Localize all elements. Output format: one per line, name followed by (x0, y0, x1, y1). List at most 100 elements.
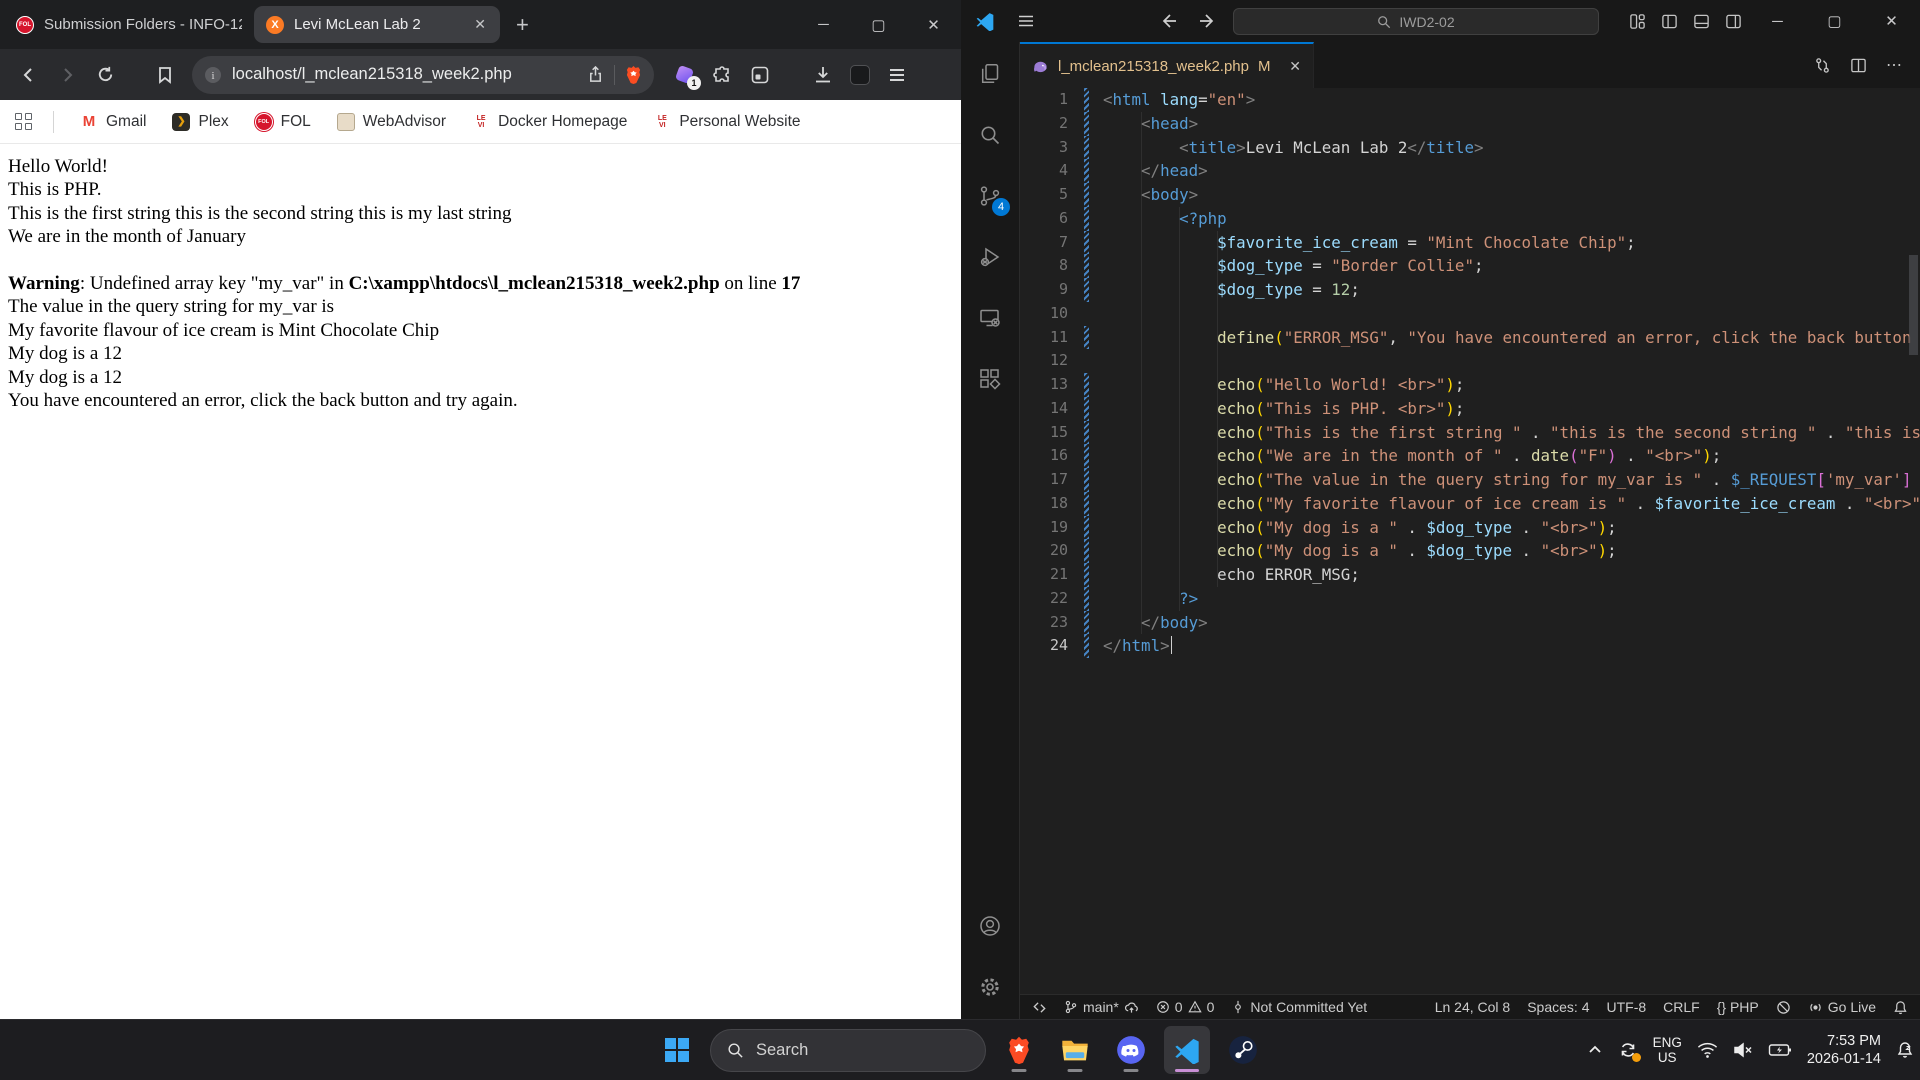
code-editor[interactable]: 1<html lang="en">2 <head>3 <title>Levi M… (1020, 88, 1920, 994)
close-button[interactable]: ✕ (906, 0, 961, 49)
language-mode[interactable]: {} PHP (1717, 999, 1759, 1015)
taskbar-steam-icon[interactable] (1220, 1026, 1266, 1074)
share-icon[interactable] (587, 66, 604, 83)
search-icon[interactable] (968, 113, 1012, 157)
split-editor-icon[interactable] (1850, 57, 1867, 74)
code-line-24[interactable]: 24</html> (1020, 634, 1920, 658)
code-line-6[interactable]: 6 <?php (1020, 207, 1920, 231)
volume-muted-icon[interactable] (1733, 1041, 1753, 1059)
side-panel-box-icon[interactable] (750, 65, 770, 85)
code-line-1[interactable]: 1<html lang="en"> (1020, 88, 1920, 112)
browser-tab-active[interactable]: X Levi McLean Lab 2 ✕ (254, 6, 500, 43)
code-line-16[interactable]: 16 echo("We are in the month of " . date… (1020, 444, 1920, 468)
extensions-puzzle-icon[interactable] (713, 65, 733, 85)
code-line-12[interactable]: 12 (1020, 349, 1920, 373)
tab-close-icon[interactable]: ✕ (1289, 58, 1301, 75)
toggle-sidebar-icon[interactable] (1661, 13, 1678, 30)
toggle-secondary-sidebar-icon[interactable] (1725, 13, 1742, 30)
remote-indicator[interactable] (1032, 1000, 1047, 1015)
extensions-icon[interactable] (968, 357, 1012, 401)
encoding[interactable]: UTF-8 (1606, 999, 1646, 1015)
address-bar[interactable]: i localhost/l_mclean215318_week2.php (192, 56, 654, 94)
browser-tab-inactive[interactable]: FOL Submission Folders - INFO-1208 PHP (0, 0, 252, 49)
apps-grid-icon[interactable] (14, 112, 33, 131)
clock[interactable]: 7:53 PM 2026-01-14 (1807, 1032, 1881, 1068)
code-line-17[interactable]: 17 echo("The value in the query string f… (1020, 468, 1920, 492)
bookmark-plex[interactable]: ❯Plex (172, 113, 228, 131)
code-line-18[interactable]: 18 echo("My favorite flavour of ice crea… (1020, 492, 1920, 516)
notifications-bell-icon[interactable] (1893, 1000, 1908, 1015)
maximize-button[interactable]: ▢ (851, 0, 906, 49)
code-line-19[interactable]: 19 echo("My dog is a " . $dog_type . "<b… (1020, 516, 1920, 540)
back-icon[interactable] (12, 58, 46, 92)
editor-tab-active[interactable]: l_mclean215318_week2.php M ✕ (1020, 42, 1314, 88)
code-line-15[interactable]: 15 echo("This is the first string " . "t… (1020, 421, 1920, 445)
code-line-21[interactable]: 21 echo ERROR_MSG; (1020, 563, 1920, 587)
sidebar-toggle-icon[interactable] (850, 65, 870, 85)
indentation[interactable]: Spaces: 4 (1527, 999, 1589, 1015)
code-line-2[interactable]: 2 <head> (1020, 112, 1920, 136)
toggle-panel-icon[interactable] (1693, 13, 1710, 30)
open-changes-icon[interactable] (1814, 57, 1831, 74)
code-line-22[interactable]: 22 ?> (1020, 587, 1920, 611)
source-control-icon[interactable]: 4 (968, 174, 1012, 218)
new-tab-button[interactable]: + (502, 12, 543, 38)
menu-icon[interactable] (1017, 12, 1035, 30)
tab-close-icon[interactable]: ✕ (470, 14, 490, 35)
taskbar-brave-icon[interactable] (996, 1026, 1042, 1074)
downloads-icon[interactable] (813, 65, 833, 85)
minimize-button[interactable]: ─ (1749, 0, 1806, 42)
code-line-5[interactable]: 5 <body> (1020, 183, 1920, 207)
bookmark-fol[interactable]: FOLFOL (255, 113, 311, 131)
bookmark-docker-homepage[interactable]: LEVIDocker Homepage (472, 113, 627, 131)
commit-status[interactable]: Not Committed Yet (1231, 999, 1367, 1015)
code-line-3[interactable]: 3 <title>Levi McLean Lab 2</title> (1020, 136, 1920, 160)
close-button[interactable]: ✕ (1863, 0, 1920, 42)
menu-icon[interactable] (887, 65, 907, 85)
problems-status[interactable]: 0 0 (1156, 999, 1215, 1015)
code-line-23[interactable]: 23 </body> (1020, 611, 1920, 635)
settings-gear-icon[interactable] (968, 965, 1012, 1009)
onedrive-sync-icon[interactable] (1618, 1040, 1638, 1060)
cursor-position[interactable]: Ln 24, Col 8 (1435, 999, 1511, 1015)
start-button[interactable] (654, 1026, 700, 1074)
editor-scrollbar[interactable] (1909, 255, 1918, 355)
language-indicator[interactable]: ENGUS (1653, 1035, 1682, 1065)
run-debug-icon[interactable] (968, 235, 1012, 279)
reload-icon[interactable] (88, 58, 122, 92)
block-icon[interactable] (1776, 1000, 1791, 1015)
customize-layout-icon[interactable] (1629, 13, 1646, 30)
more-actions-icon[interactable]: ⋯ (1886, 55, 1902, 75)
brave-shield-icon[interactable] (625, 65, 642, 84)
go-live-button[interactable]: Go Live (1808, 999, 1876, 1015)
account-icon[interactable] (968, 904, 1012, 948)
code-line-20[interactable]: 20 echo("My dog is a " . $dog_type . "<b… (1020, 539, 1920, 563)
taskbar-file-explorer-icon[interactable] (1052, 1026, 1098, 1074)
code-line-13[interactable]: 13 echo("Hello World! <br>"); (1020, 373, 1920, 397)
bookmark-personal-website[interactable]: LEVIPersonal Website (653, 113, 800, 131)
remote-explorer-icon[interactable] (968, 296, 1012, 340)
taskbar-discord-icon[interactable] (1108, 1026, 1154, 1074)
code-line-11[interactable]: 11 define("ERROR_MSG", "You have encount… (1020, 326, 1920, 350)
battery-charging-icon[interactable] (1768, 1042, 1792, 1058)
taskbar-search[interactable]: Search (710, 1029, 986, 1072)
brave-leo-icon[interactable]: 1 (674, 64, 696, 86)
code-line-8[interactable]: 8 $dog_type = "Border Collie"; (1020, 254, 1920, 278)
bookmark-webadvisor[interactable]: WebAdvisor (337, 113, 446, 131)
url-text[interactable]: localhost/l_mclean215318_week2.php (232, 65, 577, 84)
minimize-button[interactable]: ─ (796, 0, 851, 49)
code-line-4[interactable]: 4 </head> (1020, 159, 1920, 183)
back-icon[interactable] (1159, 12, 1177, 30)
code-line-10[interactable]: 10 (1020, 302, 1920, 326)
taskbar-vscode-icon[interactable] (1164, 1026, 1210, 1074)
wifi-icon[interactable] (1697, 1041, 1718, 1059)
eol-sequence[interactable]: CRLF (1663, 999, 1700, 1015)
site-info-icon[interactable]: i (204, 66, 222, 84)
tray-chevron-icon[interactable] (1587, 1042, 1603, 1058)
forward-icon[interactable] (50, 58, 84, 92)
maximize-button[interactable]: ▢ (1806, 0, 1863, 42)
command-center-search[interactable]: IWD2-02 (1233, 8, 1599, 35)
git-branch-status[interactable]: main* (1064, 999, 1139, 1015)
forward-icon[interactable] (1199, 12, 1217, 30)
bookmark-icon[interactable] (148, 58, 182, 92)
